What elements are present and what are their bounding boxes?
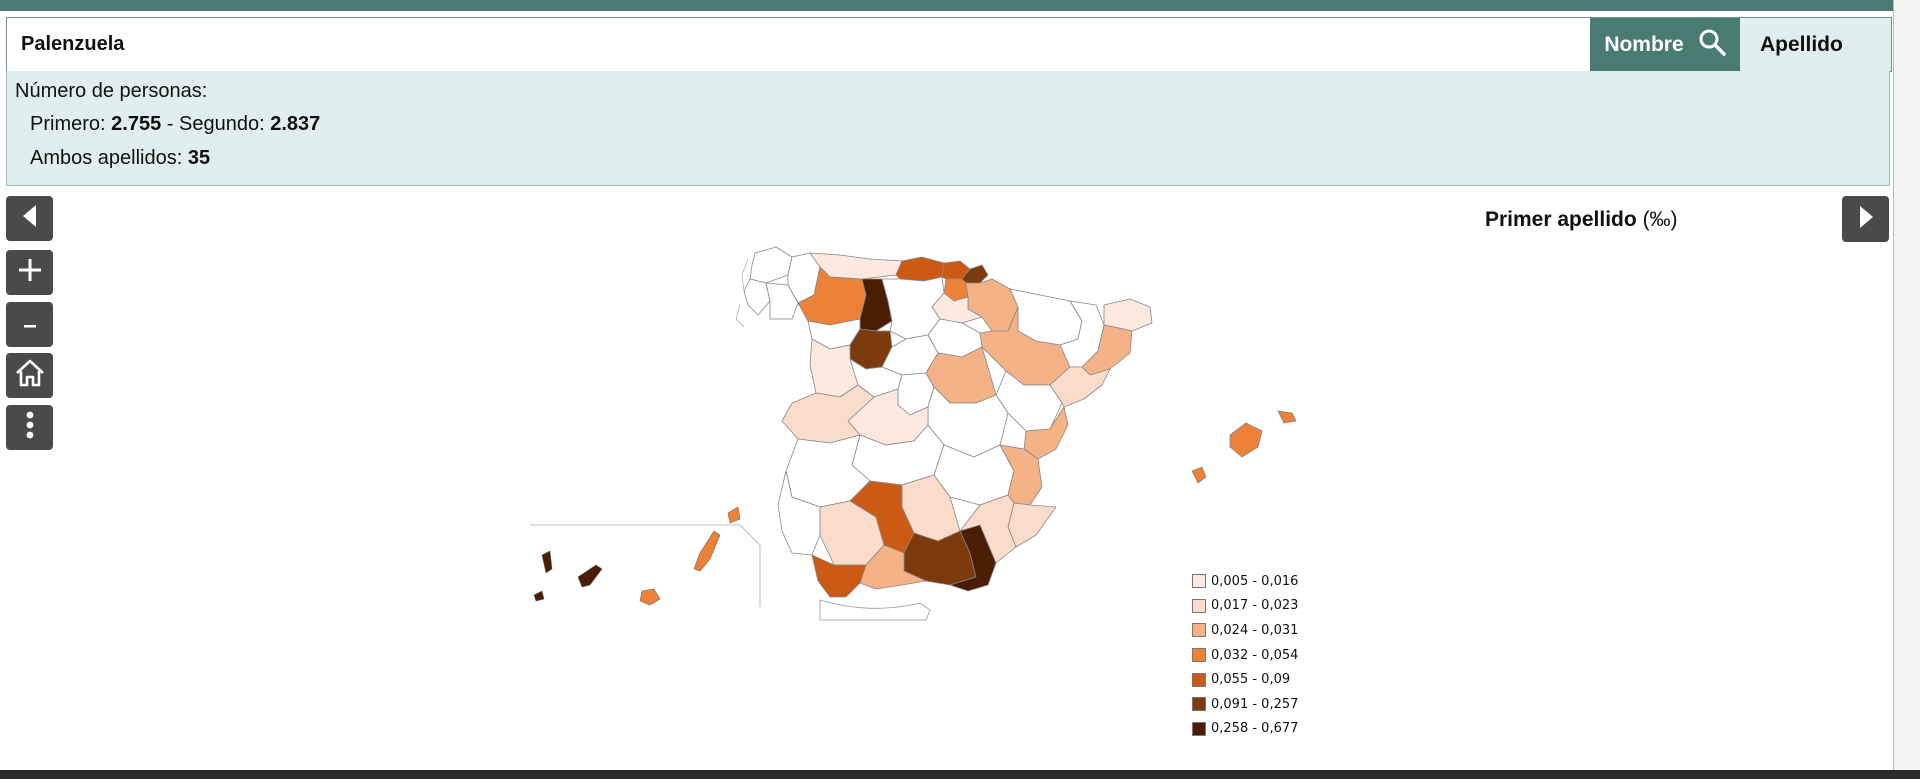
top-bar — [0, 0, 1893, 11]
island-mallorca — [1229, 422, 1263, 458]
canary-islands-inset — [530, 506, 761, 607]
nombre-search-button[interactable]: Nombre — [1590, 18, 1740, 71]
legend-item: 0,258 - 0,677 — [1192, 717, 1298, 742]
zoom-out-button[interactable] — [6, 302, 53, 347]
legend-label: 0,017 - 0,023 — [1211, 598, 1299, 614]
island-la-palma — [541, 550, 553, 574]
apellido-tab[interactable]: Apellido — [1740, 18, 1891, 71]
vertical-dots-icon — [25, 411, 35, 444]
count-separator: - — [166, 113, 174, 135]
province-navarra — [965, 278, 1019, 332]
legend-swatch — [1192, 721, 1206, 736]
segundo-label: Segundo: — [179, 113, 265, 135]
legend-swatch — [1192, 598, 1206, 613]
legend-label: 0,055 - 0,09 — [1211, 672, 1291, 688]
legend-item: 0,091 - 0,257 — [1192, 692, 1298, 717]
legend-label: 0,024 - 0,031 — [1211, 622, 1299, 638]
triangle-left-icon — [20, 204, 40, 233]
primero-value: 2.755 — [111, 113, 162, 135]
legend-item: 0,055 - 0,09 — [1192, 667, 1298, 692]
legend-label: 0,091 - 0,257 — [1211, 696, 1299, 712]
apellido-tab-label: Apellido — [1760, 32, 1843, 56]
ambos-value: 35 — [187, 147, 211, 169]
legend-label: 0,258 - 0,677 — [1211, 721, 1299, 737]
previous-map-button[interactable] — [6, 196, 53, 241]
province-alicante — [1007, 502, 1057, 548]
bottom-bar — [0, 770, 1920, 779]
legend-item: 0,005 - 0,016 — [1192, 569, 1298, 594]
next-map-button[interactable] — [1842, 196, 1889, 242]
map-title: Primer apellido (‰) — [1485, 208, 1678, 232]
triangle-right-icon — [1856, 205, 1876, 234]
ambos-label: Ambos apellidos: — [30, 147, 183, 169]
legend-swatch — [1192, 623, 1206, 638]
island-tenerife — [577, 564, 603, 588]
legend-item: 0,032 - 0,054 — [1192, 643, 1298, 668]
more-options-button[interactable] — [6, 405, 53, 450]
both-surnames-count: Ambos apellidos: 35 — [30, 147, 210, 170]
island-gran-canaria — [639, 588, 661, 606]
legend-swatch — [1192, 697, 1206, 712]
minus-icon — [23, 316, 37, 334]
plus-icon — [17, 257, 43, 288]
map-title-unit: (‰) — [1642, 208, 1678, 231]
segundo-value: 2.837 — [270, 113, 321, 135]
search-bar: Nombre Apellido — [6, 17, 1892, 72]
legend-item: 0,017 - 0,023 — [1192, 594, 1298, 619]
home-icon — [14, 358, 46, 393]
legend-swatch — [1192, 574, 1206, 589]
search-icon — [1698, 28, 1726, 62]
province-cantabria — [895, 256, 945, 282]
map-legend: 0,005 - 0,016 0,017 - 0,023 0,024 - 0,031 0… — [1192, 569, 1298, 741]
island-fuerteventura — [693, 530, 721, 572]
province-a-coruna — [749, 246, 793, 284]
legend-label: 0,005 - 0,016 — [1211, 573, 1299, 589]
people-count-title: Número de personas: — [15, 80, 208, 102]
legend-swatch — [1192, 672, 1206, 687]
north-africa-coast — [819, 599, 931, 621]
surname-counts: Primero: 2.755 - Segundo: 2.837 — [30, 113, 320, 136]
legend-label: 0,032 - 0,054 — [1211, 647, 1299, 663]
island-lanzarote — [727, 506, 741, 524]
primero-label: Primero: — [30, 113, 106, 135]
island-menorca — [1277, 410, 1297, 424]
map-title-text: Primer apellido — [1485, 208, 1637, 231]
results-panel: Número de personas: Primero: 2.755 - Seg… — [6, 71, 1890, 186]
island-ibiza — [1191, 466, 1207, 484]
nombre-button-label: Nombre — [1604, 32, 1684, 56]
home-view-button[interactable] — [6, 353, 53, 398]
island-el-hierro — [533, 590, 545, 602]
zoom-in-button[interactable] — [6, 250, 53, 295]
legend-item: 0,024 - 0,031 — [1192, 618, 1298, 643]
surname-search-input[interactable] — [7, 18, 1589, 71]
legend-swatch — [1192, 648, 1206, 663]
